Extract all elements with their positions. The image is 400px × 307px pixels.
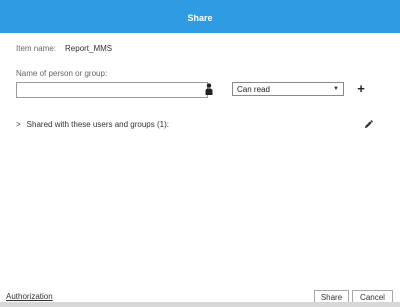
horizontal-scrollbar[interactable]: [0, 302, 400, 307]
item-name-row: Item name: Report_MMS: [16, 44, 112, 53]
add-button[interactable]: +: [355, 80, 367, 96]
permission-selected-value: Can read: [237, 84, 270, 94]
dialog-titlebar: Share: [0, 0, 400, 33]
authorization-link[interactable]: Authorization: [6, 292, 53, 301]
dialog-title: Share: [187, 12, 213, 23]
item-name-label: Item name:: [16, 44, 57, 53]
person-group-label: Name of person or group:: [16, 69, 108, 78]
shared-users-toggle[interactable]: > Shared with these users and groups (1)…: [16, 120, 169, 129]
person-icon[interactable]: [205, 83, 213, 95]
pencil-icon[interactable]: [364, 120, 373, 129]
permission-select[interactable]: Can read ▼: [232, 82, 344, 96]
item-name-value: Report_MMS: [65, 44, 113, 53]
triangle-down-icon: ▼: [333, 86, 339, 92]
shared-users-label: Shared with these users and groups (1):: [26, 120, 169, 129]
chevron-right-icon: >: [16, 120, 21, 129]
person-group-input[interactable]: [16, 82, 208, 98]
